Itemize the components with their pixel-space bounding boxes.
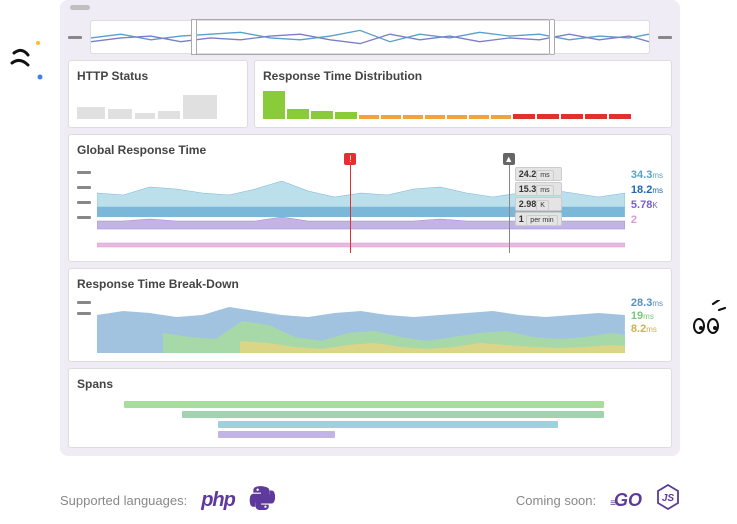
grt-series-toggle-4[interactable] bbox=[77, 216, 91, 219]
grt-title: Global Response Time bbox=[77, 143, 663, 157]
http-status-title: HTTP Status bbox=[77, 69, 239, 83]
timeline-handle-right[interactable] bbox=[549, 19, 555, 55]
supported-languages-label: Supported languages: bbox=[60, 493, 187, 508]
rtbd-title: Response Time Break-Down bbox=[77, 277, 663, 291]
decorative-eyes bbox=[689, 300, 729, 345]
timeline-chart[interactable] bbox=[90, 20, 650, 54]
rtbd-value-2: 19ms bbox=[631, 310, 663, 322]
resp-dist-chart bbox=[263, 89, 663, 119]
span-bar[interactable] bbox=[124, 401, 605, 408]
php-icon: php bbox=[201, 489, 235, 512]
decorative-dots bbox=[8, 35, 48, 90]
grt-value-4: 2 bbox=[631, 214, 663, 226]
span-bar[interactable] bbox=[182, 411, 604, 418]
grt-series-toggle-1[interactable] bbox=[77, 171, 91, 174]
readout-1: 24.2ms bbox=[515, 167, 562, 181]
span-bar[interactable] bbox=[218, 421, 558, 428]
global-response-time-panel: Global Response Time ! bbox=[68, 134, 672, 262]
rtbd-chart bbox=[97, 297, 625, 353]
window-titlebar bbox=[60, 0, 680, 14]
grt-series-toggle-3[interactable] bbox=[77, 201, 91, 204]
resp-dist-title: Response Time Distribution bbox=[263, 69, 663, 83]
rocket-icon: ▲ bbox=[503, 153, 515, 165]
alert-icon: ! bbox=[344, 153, 356, 165]
alert-marker[interactable]: ! bbox=[350, 163, 351, 253]
response-time-distribution-panel: Response Time Distribution bbox=[254, 60, 672, 128]
grt-readout: 24.2ms 15.3ms 2.98K 1 per min bbox=[515, 167, 562, 226]
svg-text:JS: JS bbox=[662, 493, 675, 504]
coming-soon-label: Coming soon: bbox=[516, 493, 596, 508]
grt-chart: ! ▲ 24.2ms 15.3ms 2.98K 1 per min bbox=[97, 163, 625, 253]
go-icon: ≡GO bbox=[610, 490, 642, 511]
deploy-marker[interactable]: ▲ bbox=[509, 163, 510, 253]
python-icon bbox=[249, 484, 275, 516]
grt-value-1: 34.3ms bbox=[631, 169, 663, 181]
spans-panel: Spans bbox=[68, 368, 672, 448]
rtbd-series-toggle-1[interactable] bbox=[77, 301, 91, 304]
nodejs-icon: JS bbox=[656, 484, 680, 516]
timeline-toggle-left[interactable] bbox=[68, 36, 82, 39]
timeline-row bbox=[60, 14, 680, 60]
response-time-breakdown-panel: Response Time Break-Down 28.3ms 19ms bbox=[68, 268, 672, 362]
http-status-chart bbox=[77, 89, 239, 119]
span-bar[interactable] bbox=[218, 431, 335, 438]
timeline-handle-left[interactable] bbox=[191, 19, 197, 55]
readout-4: 1 per min bbox=[515, 212, 562, 226]
footer: Supported languages: php Coming soon: ≡G… bbox=[60, 484, 680, 516]
grt-series-toggle-2[interactable] bbox=[77, 186, 91, 189]
titlebar-pill bbox=[70, 5, 90, 10]
grt-value-3: 5.78K bbox=[631, 199, 663, 211]
readout-2: 15.3ms bbox=[515, 182, 562, 196]
rtbd-value-3: 8.2ms bbox=[631, 323, 663, 335]
grt-value-2: 18.2ms bbox=[631, 184, 663, 196]
rtbd-series-toggle-2[interactable] bbox=[77, 312, 91, 315]
spans-chart bbox=[77, 397, 663, 439]
http-status-panel: HTTP Status bbox=[68, 60, 248, 128]
rtbd-value-1: 28.3ms bbox=[631, 297, 663, 309]
dashboard-window: HTTP Status Response Time Distribution bbox=[60, 0, 680, 456]
spans-title: Spans bbox=[77, 377, 663, 391]
readout-3: 2.98K bbox=[515, 197, 562, 211]
timeline-toggle-right[interactable] bbox=[658, 36, 672, 39]
